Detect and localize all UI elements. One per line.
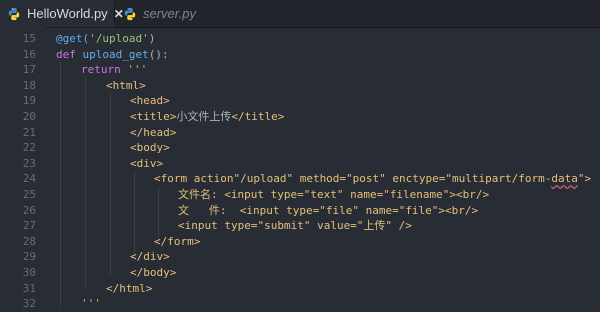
code-line: def upload_get(): (56, 47, 169, 63)
line-number: 15 (22, 32, 36, 45)
line-number: 32 (22, 297, 36, 311)
string-literal: ''' (81, 297, 101, 311)
line-number: 28 (22, 234, 36, 248)
line-number: 21 (22, 125, 36, 139)
field-label-text: 文 件: (178, 203, 240, 217)
html-tag: <title> (130, 110, 177, 123)
code-line: </div> (130, 250, 170, 264)
code-line: <body> (130, 141, 170, 155)
line-number: 18 (22, 78, 36, 92)
code-line: <div> (130, 156, 164, 170)
code-line: @get('/upload') (56, 31, 155, 47)
line-number: 20 (22, 110, 36, 123)
html-tag: </title> (231, 110, 285, 123)
code-line: 文 件: <input type="file" name="file"><br/… (178, 203, 478, 219)
decorator: @get( (56, 32, 90, 45)
line-number: 30 (22, 266, 36, 279)
editor-window: HelloWorld.py ✕ server.py 15 16 17 18 19… (0, 0, 600, 310)
code-line: <head> (130, 94, 170, 108)
indent-guide (134, 171, 135, 259)
tab-bar: HelloWorld.py ✕ server.py (0, 0, 600, 28)
python-icon (124, 7, 136, 20)
code-line: </html> (106, 281, 153, 295)
line-number: 23 (22, 156, 36, 170)
tab-label: HelloWorld.py (27, 6, 108, 21)
function-name: upload_get (82, 47, 149, 61)
code-line: ''' (81, 296, 101, 312)
tab-server[interactable]: server.py (116, 0, 222, 27)
html-tag: <form action"/upload" method="post" enct… (154, 172, 552, 186)
line-number: 24 (22, 172, 36, 186)
line-number: 16 (22, 47, 36, 61)
tab-helloworld[interactable]: HelloWorld.py ✕ (0, 0, 124, 27)
string-literal: ''' (127, 63, 148, 77)
code-editor[interactable]: @get('/upload') def upload_get(): return… (46, 27, 600, 310)
html-tag: "> (577, 172, 592, 186)
python-icon (8, 7, 20, 20)
line-number: 17 (22, 63, 36, 77)
keyword: def (56, 47, 83, 61)
tab-label: server.py (143, 6, 196, 21)
field-label-text: 文件名: (178, 188, 225, 201)
spelling-error: data (551, 172, 578, 186)
code-line: 文件名: <input type="text" name="filename">… (178, 187, 489, 203)
line-number: 29 (22, 250, 36, 264)
line-number: 27 (22, 219, 36, 233)
code-line: <form action"/upload" method="post" enct… (154, 171, 591, 187)
code-line: </form> (154, 234, 201, 248)
line-number: 25 (22, 188, 36, 201)
code-line: <title>小文件上传</title> (130, 109, 284, 125)
code-line: <html> (106, 78, 146, 92)
indent-guide (60, 62, 61, 306)
string-literal: '/upload' (89, 32, 149, 45)
tab-divider (114, 4, 115, 23)
html-tag: <input type="file" name="file"><br/> (239, 203, 479, 217)
code-text: (): (148, 47, 169, 61)
indent-guide (85, 77, 86, 290)
line-number-gutter: 15 16 17 18 19 20 21 22 23 24 25 26 27 2… (0, 27, 46, 310)
keyword: return (81, 63, 128, 77)
html-tag: <input type="text" name="filename"><br/> (224, 188, 490, 201)
code-line: </head> (130, 125, 177, 139)
code-line: <input type="submit" value="上传" /> (178, 219, 412, 233)
code-line: return ''' (81, 62, 147, 78)
line-number: 19 (22, 94, 36, 108)
line-number: 22 (22, 141, 36, 155)
title-text: 小文件上传 (176, 110, 232, 123)
line-number: 31 (22, 281, 36, 295)
line-number: 26 (22, 203, 36, 217)
code-line: </body> (130, 266, 177, 279)
code-text: ) (148, 32, 156, 45)
indent-guide (110, 93, 111, 275)
